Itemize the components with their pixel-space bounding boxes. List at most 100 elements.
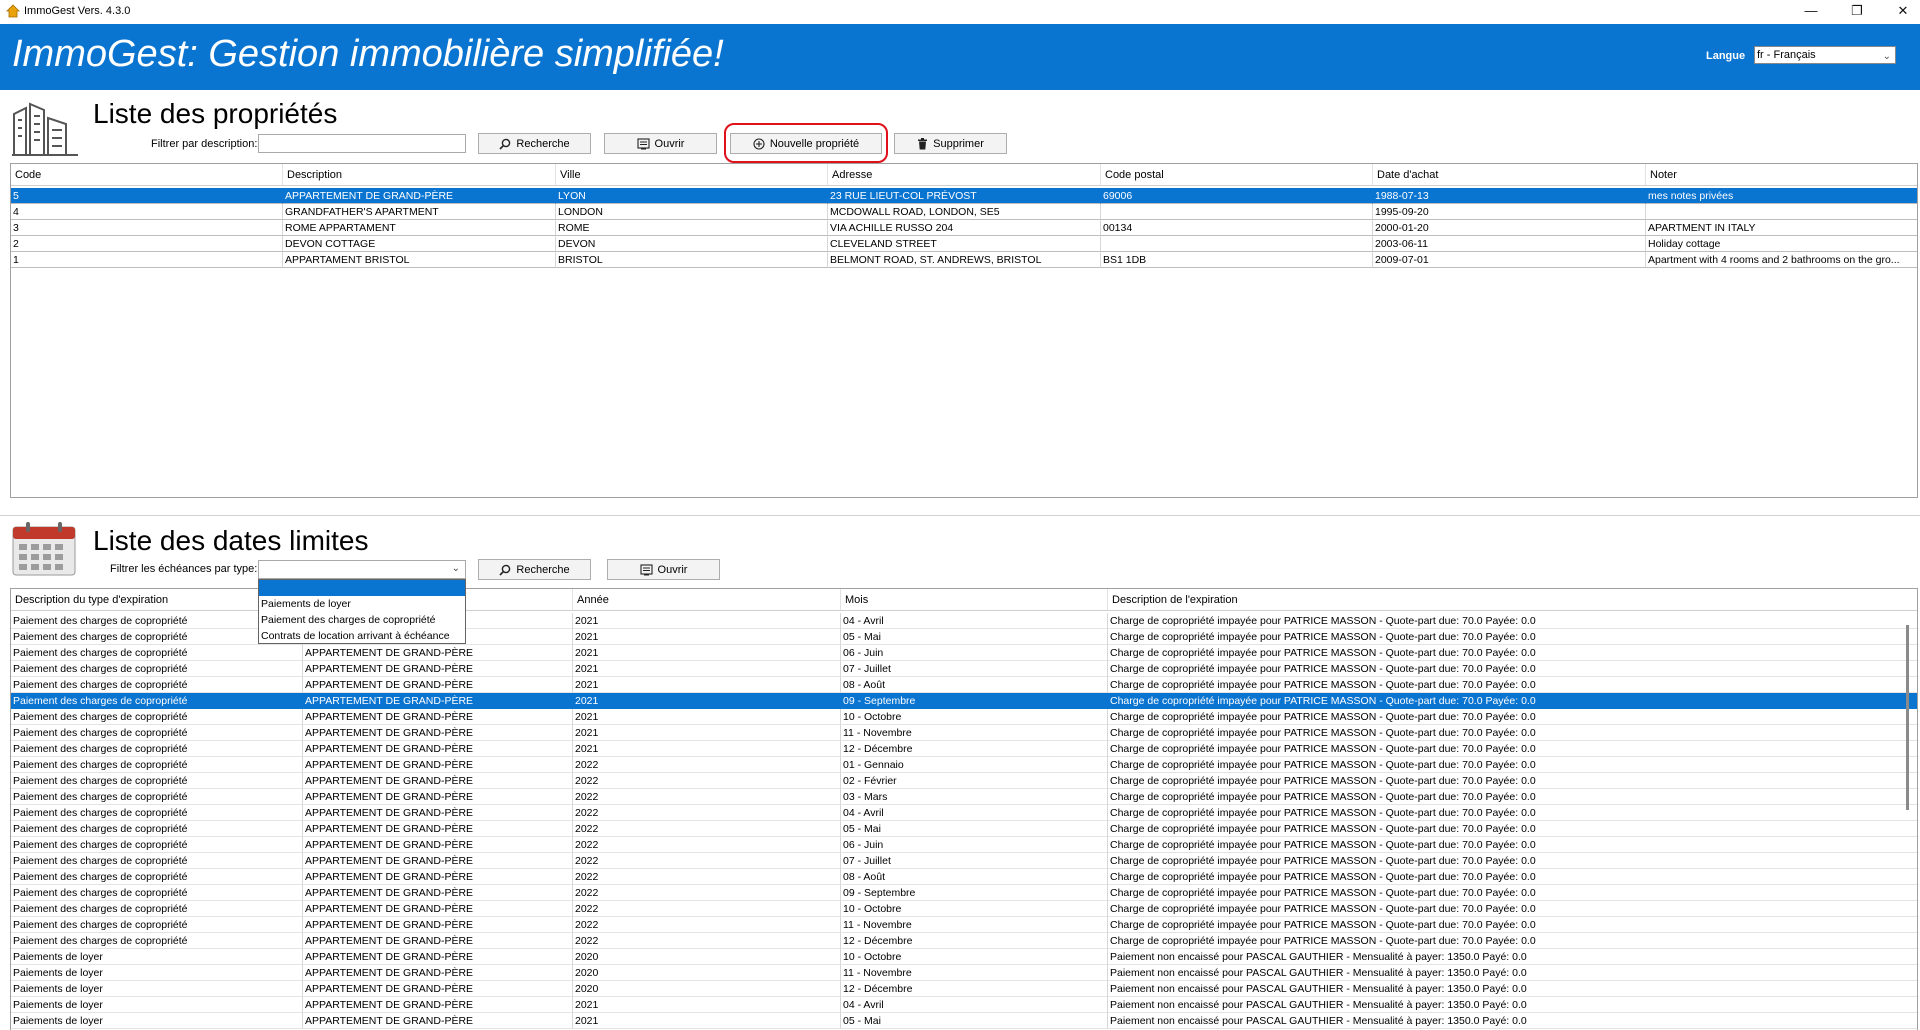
deadline-type-option[interactable] [259, 580, 465, 596]
table-row[interactable]: Paiement des charges de copropriété APPAR… [11, 917, 1917, 933]
properties-open-button[interactable]: Ouvrir [604, 133, 717, 154]
table-row[interactable]: 2 DEVON COTTAGE DEVON CLEVELAND STREET 2003-… [11, 236, 1917, 252]
table-row[interactable]: Paiements de loyer APPARTEMENT DE GRAND-P… [11, 949, 1917, 965]
properties-search-button[interactable]: Recherche [478, 133, 591, 154]
properties-cell: APARTMENT IN ITALY [1646, 220, 1917, 236]
deadlines-cell: 10 - Octobre [841, 901, 1108, 917]
table-row[interactable]: Paiement des charges de copropriété APPAR… [11, 837, 1917, 853]
minimize-icon[interactable]: — [1788, 0, 1834, 24]
deadlines-cell: Paiement des charges de copropriété [11, 693, 303, 709]
table-row[interactable]: Paiement des charges de copropriété APPAR… [11, 677, 1917, 693]
deadline-type-option[interactable]: Paiement des charges de copropriété [259, 612, 465, 628]
language-select[interactable]: fr - Français ⌄ [1754, 46, 1896, 64]
deadlines-cell: 04 - Avril [841, 805, 1108, 821]
properties-column-header[interactable]: Noter [1646, 164, 1917, 185]
restore-icon[interactable]: ❐ [1834, 0, 1880, 24]
deadlines-cell: Charge de copropriété impayée pour PATRI… [1108, 645, 1917, 661]
deadlines-cell: Paiements de loyer [11, 965, 303, 981]
properties-open-label: Ouvrir [654, 137, 685, 150]
deadlines-cell: APPARTEMENT DE GRAND-PÈRE [303, 661, 573, 677]
table-row[interactable]: Paiement des charges de copropriété APPAR… [11, 933, 1917, 949]
close-icon[interactable]: ✕ [1880, 0, 1920, 24]
properties-cell: 23 RUE LIEUT-COL PRÉVOST [828, 188, 1101, 204]
deadlines-cell: Charge de copropriété impayée pour PATRI… [1108, 725, 1917, 741]
delete-property-label: Supprimer [933, 137, 984, 150]
deadlines-cell: APPARTEMENT DE GRAND-PÈRE [303, 1013, 573, 1029]
table-row[interactable]: Paiement des charges de copropriété APPAR… [11, 869, 1917, 885]
properties-search-label: Recherche [516, 137, 570, 150]
deadlines-cell: 2022 [573, 901, 841, 917]
deadlines-cell: Charge de copropriété impayée pour PATRI… [1108, 901, 1917, 917]
deadlines-cell: 05 - Mai [841, 629, 1108, 645]
deadlines-column-header[interactable]: Année [573, 589, 841, 610]
table-row[interactable]: Paiement des charges de copropriété APPAR… [11, 693, 1917, 709]
deadlines-cell: Paiement des charges de copropriété [11, 789, 303, 805]
table-row[interactable]: 1 APPARTAMENT BRISTOL BRISTOL BELMONT ROAD,… [11, 252, 1917, 268]
deadlines-cell: APPARTEMENT DE GRAND-PÈRE [303, 933, 573, 949]
deadlines-search-button[interactable]: Recherche [478, 559, 591, 580]
section-divider [0, 515, 1920, 516]
deadline-type-option[interactable]: Paiements de loyer [259, 596, 465, 612]
table-row[interactable]: Paiement des charges de copropriété APPAR… [11, 741, 1917, 757]
deadlines-cell: 07 - Juillet [841, 661, 1108, 677]
table-row[interactable]: 5 APPARTEMENT DE GRAND-PÈRE LYON 23 RUE LIE… [11, 188, 1917, 204]
deadlines-cell: 2022 [573, 853, 841, 869]
deadlines-open-button[interactable]: Ouvrir [607, 559, 720, 580]
table-row[interactable]: Paiements de loyer APPARTEMENT DE GRAND-P… [11, 981, 1917, 997]
window-title: ImmoGest Vers. 4.3.0 [24, 5, 131, 17]
deadlines-cell: APPARTEMENT DE GRAND-PÈRE [303, 757, 573, 773]
table-row[interactable]: Paiements de loyer APPARTEMENT DE GRAND-P… [11, 965, 1917, 981]
deadlines-cell: 2021 [573, 741, 841, 757]
table-row[interactable]: Paiement des charges de copropriété APPAR… [11, 661, 1917, 677]
properties-column-header[interactable]: Description [283, 164, 556, 185]
properties-cell: 5 [11, 188, 283, 204]
deadline-type-select[interactable]: ⌄ [258, 560, 466, 579]
deadlines-cell: Charge de copropriété impayée pour PATRI… [1108, 773, 1917, 789]
deadlines-cell: 07 - Juillet [841, 853, 1108, 869]
delete-property-button[interactable]: Supprimer [894, 133, 1007, 154]
deadlines-cell: Paiement non encaissé pour PASCAL GAUTHI… [1108, 1013, 1917, 1029]
properties-column-header[interactable]: Date d'achat [1373, 164, 1646, 185]
properties-column-header[interactable]: Ville [556, 164, 828, 185]
deadline-type-option[interactable]: Contrats de location arrivant à échéance [259, 628, 465, 644]
table-row[interactable]: Paiement des charges de copropriété APPAR… [11, 901, 1917, 917]
deadlines-cell: APPARTEMENT DE GRAND-PÈRE [303, 997, 573, 1013]
properties-cell: 4 [11, 204, 283, 220]
properties-cell: DEVON [556, 236, 828, 252]
deadlines-cell: APPARTEMENT DE GRAND-PÈRE [303, 837, 573, 853]
table-row[interactable]: Paiement des charges de copropriété APPAR… [11, 757, 1917, 773]
deadlines-cell: 2021 [573, 613, 841, 629]
deadlines-cell: Charge de copropriété impayée pour PATRI… [1108, 677, 1917, 693]
properties-cell: 2009-07-01 [1373, 252, 1646, 268]
table-row[interactable]: Paiement des charges de copropriété APPAR… [11, 725, 1917, 741]
table-row[interactable]: Paiements de loyer APPARTEMENT DE GRAND-P… [11, 1013, 1917, 1029]
table-row[interactable]: Paiement des charges de copropriété APPAR… [11, 853, 1917, 869]
deadlines-table: Description du type d'expiration Année Moi… [10, 588, 1918, 1030]
properties-column-header[interactable]: Code [11, 164, 283, 185]
table-row[interactable]: 4 GRANDFATHER'S APARTMENT LONDON MCDOWALL R… [11, 204, 1917, 220]
deadlines-cell: Charge de copropriété impayée pour PATRI… [1108, 629, 1917, 645]
deadlines-cell: Paiement non encaissé pour PASCAL GAUTHI… [1108, 965, 1917, 981]
table-row[interactable]: Paiement des charges de copropriété APPAR… [11, 885, 1917, 901]
table-row[interactable]: Paiement des charges de copropriété APPAR… [11, 805, 1917, 821]
properties-filter-input[interactable] [258, 134, 466, 153]
deadlines-cell: APPARTEMENT DE GRAND-PÈRE [303, 693, 573, 709]
table-row[interactable]: Paiement des charges de copropriété APPAR… [11, 709, 1917, 725]
properties-column-header[interactable]: Code postal [1101, 164, 1373, 185]
table-row[interactable]: Paiement des charges de copropriété APPAR… [11, 773, 1917, 789]
table-row[interactable]: Paiement des charges de copropriété APPAR… [11, 789, 1917, 805]
table-row[interactable]: Paiement des charges de copropriété APPAR… [11, 645, 1917, 661]
table-row[interactable]: Paiements de loyer APPARTEMENT DE GRAND-P… [11, 997, 1917, 1013]
deadlines-column-header[interactable]: Mois [841, 589, 1108, 610]
deadlines-cell: 05 - Mai [841, 821, 1108, 837]
properties-cell: 1988-07-13 [1373, 188, 1646, 204]
deadlines-cell: 2021 [573, 709, 841, 725]
properties-column-header[interactable]: Adresse [828, 164, 1101, 185]
properties-cell: Holiday cottage [1646, 236, 1917, 252]
deadlines-cell: Paiement des charges de copropriété [11, 869, 303, 885]
table-row[interactable]: Paiement des charges de copropriété APPAR… [11, 821, 1917, 837]
deadlines-cell: Charge de copropriété impayée pour PATRI… [1108, 709, 1917, 725]
deadlines-scrollbar[interactable] [1906, 625, 1909, 810]
table-row[interactable]: 3 ROME APPARTAMENT ROME VIA ACHILLE RUSSO 2… [11, 220, 1917, 236]
deadlines-column-header[interactable]: Description de l'expiration [1108, 589, 1917, 610]
